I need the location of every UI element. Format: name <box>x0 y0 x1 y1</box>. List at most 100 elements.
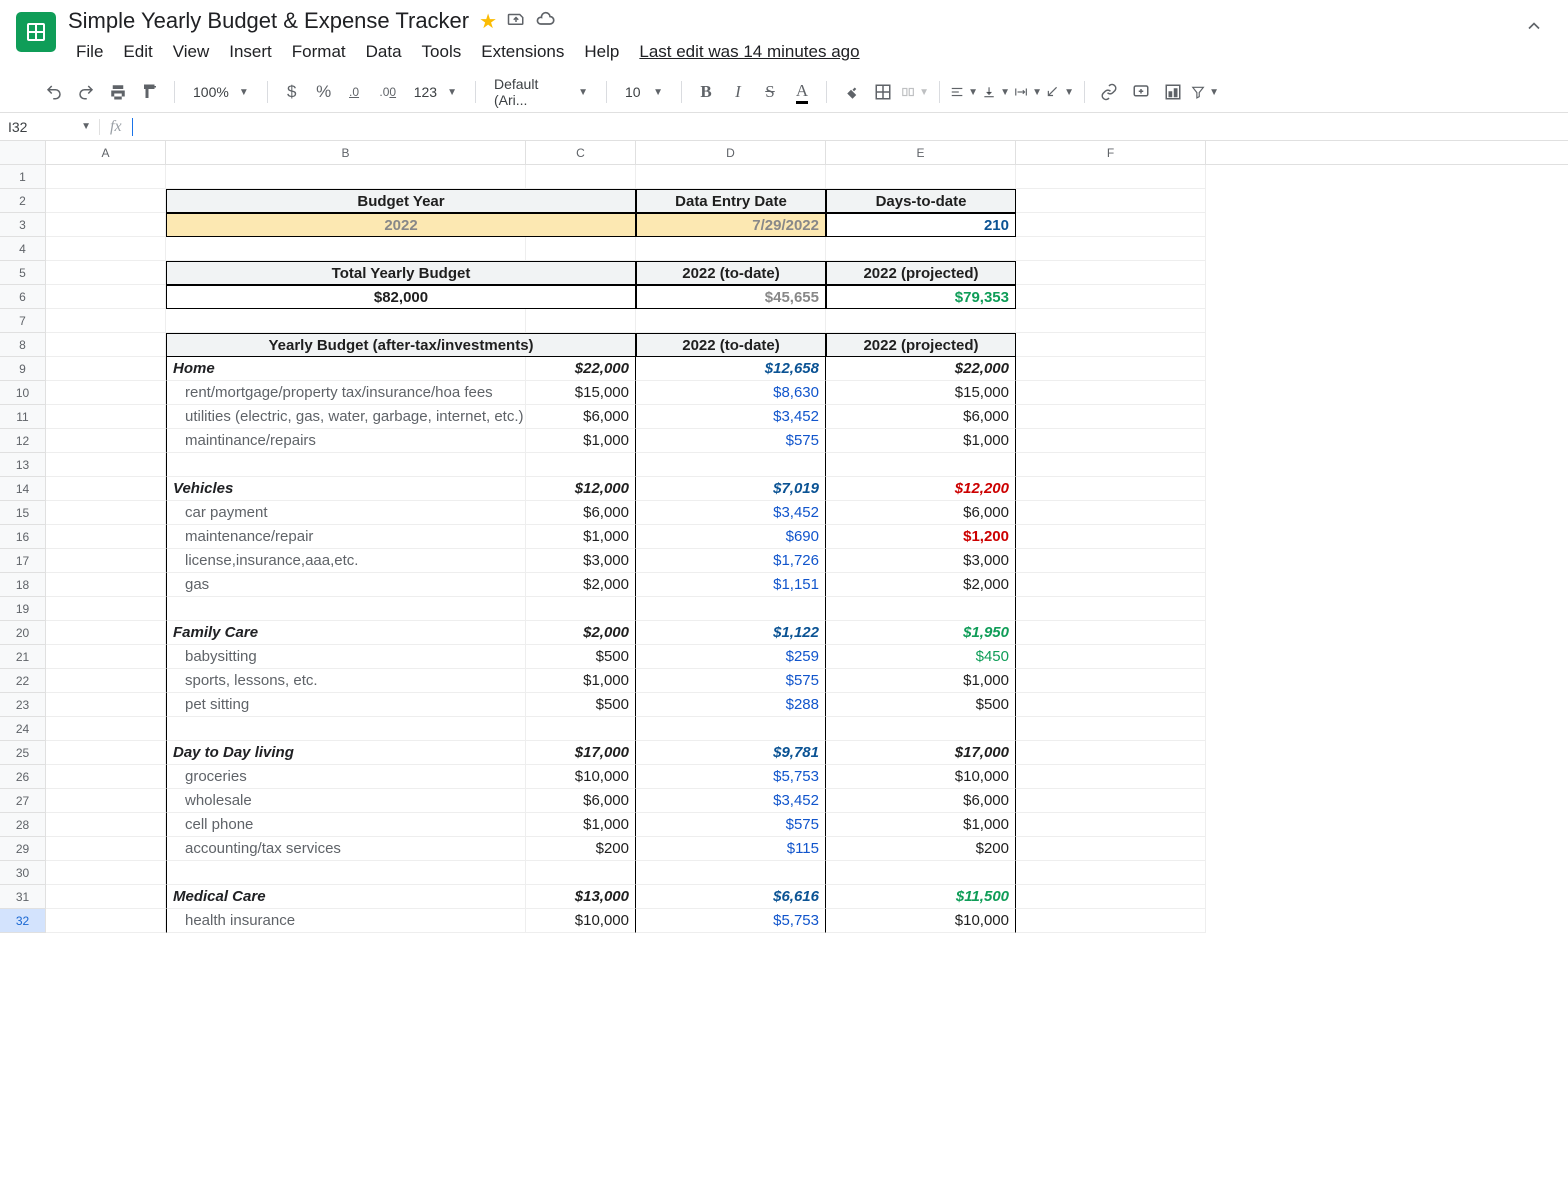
percent-icon[interactable]: % <box>310 78 338 106</box>
cell[interactable]: $7,019 <box>636 477 826 501</box>
rotate-icon[interactable]: ▼ <box>1046 78 1074 106</box>
bold-icon[interactable]: B <box>692 78 720 106</box>
cell[interactable]: $1,000 <box>526 525 636 549</box>
cell[interactable]: $6,000 <box>526 405 636 429</box>
cell-entrydate[interactable]: 7/29/2022 <box>636 213 826 237</box>
wrap-icon[interactable]: ▼ <box>1014 78 1042 106</box>
row-14[interactable]: 14 <box>0 477 46 501</box>
cell[interactable]: $450 <box>826 645 1016 669</box>
increase-decimal-icon[interactable]: .00 <box>374 78 402 106</box>
row-23[interactable]: 23 <box>0 693 46 717</box>
row-5[interactable]: 5 <box>0 261 46 285</box>
cell-total-todate[interactable]: $45,655 <box>636 285 826 309</box>
cell[interactable]: accounting/tax services <box>166 837 526 861</box>
cell-total-hdr[interactable]: Total Yearly Budget <box>166 261 636 285</box>
row-31[interactable]: 31 <box>0 885 46 909</box>
menu-tools[interactable]: Tools <box>414 38 470 66</box>
cell[interactable]: pet sitting <box>166 693 526 717</box>
cell[interactable]: $11,500 <box>826 885 1016 909</box>
cell[interactable]: $12,200 <box>826 477 1016 501</box>
menu-file[interactable]: File <box>68 38 111 66</box>
cell[interactable]: $6,000 <box>526 501 636 525</box>
cell[interactable]: $115 <box>636 837 826 861</box>
cell[interactable]: rent/mortgage/property tax/insurance/hoa… <box>166 381 526 405</box>
menu-view[interactable]: View <box>165 38 218 66</box>
col-D[interactable]: D <box>636 141 826 164</box>
menu-format[interactable]: Format <box>284 38 354 66</box>
cell[interactable]: $17,000 <box>526 741 636 765</box>
strike-icon[interactable]: S <box>756 78 784 106</box>
cell[interactable]: maintinance/repairs <box>166 429 526 453</box>
document-title[interactable]: Simple Yearly Budget & Expense Tracker <box>68 8 469 34</box>
valign-icon[interactable]: ▼ <box>982 78 1010 106</box>
cell[interactable]: $6,000 <box>826 789 1016 813</box>
cell[interactable]: $5,753 <box>636 765 826 789</box>
cell[interactable]: sports, lessons, etc. <box>166 669 526 693</box>
cell[interactable]: $17,000 <box>826 741 1016 765</box>
cell[interactable]: $13,000 <box>526 885 636 909</box>
filter-icon[interactable]: ▼ <box>1191 78 1219 106</box>
collapse-icon[interactable] <box>1516 8 1552 50</box>
cell[interactable]: cell phone <box>166 813 526 837</box>
paint-format-icon[interactable] <box>136 78 164 106</box>
menu-edit[interactable]: Edit <box>115 38 160 66</box>
row-13[interactable]: 13 <box>0 453 46 477</box>
cell-yb-hdr[interactable]: Yearly Budget (after-tax/investments) <box>166 333 636 357</box>
menu-extensions[interactable]: Extensions <box>473 38 572 66</box>
row-27[interactable]: 27 <box>0 789 46 813</box>
cell[interactable]: $10,000 <box>526 765 636 789</box>
cell[interactable]: $200 <box>526 837 636 861</box>
cell[interactable]: $6,000 <box>526 789 636 813</box>
cell[interactable]: babysitting <box>166 645 526 669</box>
cell[interactable]: $2,000 <box>526 573 636 597</box>
cell[interactable]: $3,452 <box>636 789 826 813</box>
cell[interactable]: $1,726 <box>636 549 826 573</box>
row-2[interactable]: 2 <box>0 189 46 213</box>
undo-icon[interactable] <box>40 78 68 106</box>
row-30[interactable]: 30 <box>0 861 46 885</box>
cell[interactable]: $1,000 <box>526 429 636 453</box>
row-9[interactable]: 9 <box>0 357 46 381</box>
cell[interactable]: $5,753 <box>636 909 826 933</box>
cell[interactable]: $6,616 <box>636 885 826 909</box>
name-box[interactable]: I32▼ <box>0 119 100 135</box>
formula-input[interactable] <box>133 113 1568 140</box>
cloud-icon[interactable] <box>535 9 555 34</box>
sheets-logo[interactable] <box>16 12 56 52</box>
cell[interactable]: $500 <box>526 645 636 669</box>
menu-data[interactable]: Data <box>358 38 410 66</box>
cell[interactable]: maintenance/repair <box>166 525 526 549</box>
select-all-corner[interactable] <box>0 141 46 164</box>
cell-data-date-hdr[interactable]: Data Entry Date <box>636 189 826 213</box>
cells[interactable]: Budget Year Data Entry Date Days-to-date… <box>46 165 1206 933</box>
cell-home-td[interactable]: $12,658 <box>636 357 826 381</box>
print-icon[interactable] <box>104 78 132 106</box>
cell[interactable]: $690 <box>636 525 826 549</box>
cell[interactable]: Vehicles <box>166 477 526 501</box>
cell[interactable]: $3,452 <box>636 405 826 429</box>
row-1[interactable]: 1 <box>0 165 46 189</box>
cell[interactable]: $575 <box>636 813 826 837</box>
currency-icon[interactable]: $ <box>278 78 306 106</box>
cell[interactable]: $15,000 <box>526 381 636 405</box>
cell[interactable]: $10,000 <box>826 765 1016 789</box>
font-dropdown[interactable]: Default (Ari...▼ <box>486 78 596 106</box>
cell[interactable]: $1,000 <box>526 669 636 693</box>
cell[interactable]: utilities (electric, gas, water, garbage… <box>166 405 526 429</box>
italic-icon[interactable]: I <box>724 78 752 106</box>
cell[interactable]: $1,000 <box>826 429 1016 453</box>
cell-days[interactable]: 210 <box>826 213 1016 237</box>
row-17[interactable]: 17 <box>0 549 46 573</box>
more-formats-dropdown[interactable]: 123▼ <box>406 78 465 106</box>
row-20[interactable]: 20 <box>0 621 46 645</box>
col-E[interactable]: E <box>826 141 1016 164</box>
cell[interactable]: $10,000 <box>826 909 1016 933</box>
cell[interactable]: $3,000 <box>526 549 636 573</box>
row-22[interactable]: 22 <box>0 669 46 693</box>
row-3[interactable]: 3 <box>0 213 46 237</box>
halign-icon[interactable]: ▼ <box>950 78 978 106</box>
row-10[interactable]: 10 <box>0 381 46 405</box>
row-18[interactable]: 18 <box>0 573 46 597</box>
cell[interactable]: $259 <box>636 645 826 669</box>
move-icon[interactable] <box>507 10 525 33</box>
